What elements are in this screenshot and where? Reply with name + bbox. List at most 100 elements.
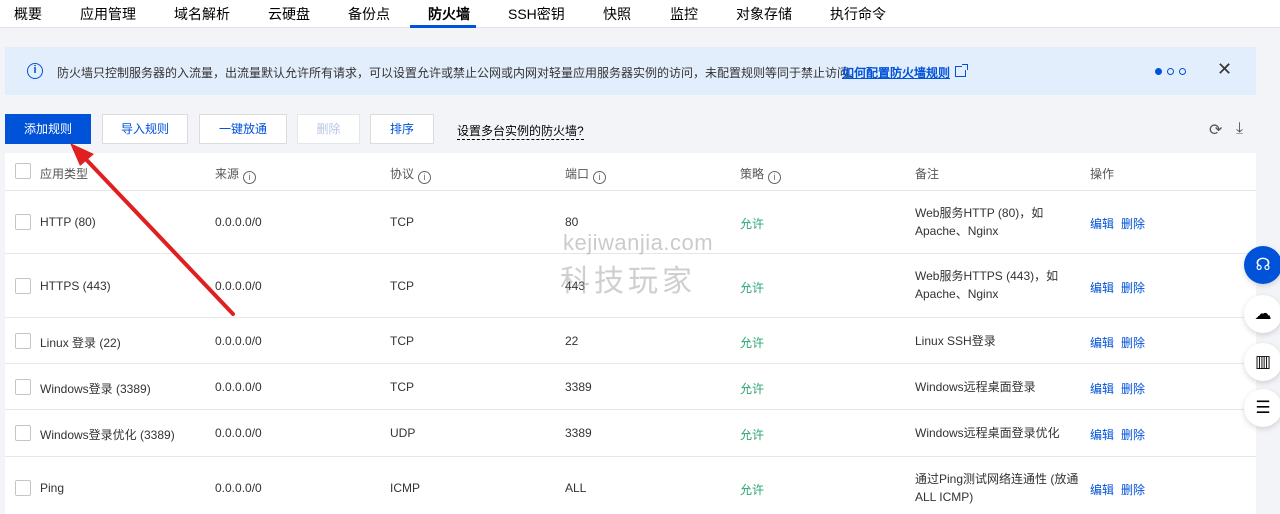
cell-protocol: TCP — [390, 334, 414, 348]
table-header: 应用类型 来源 i 协议 i 端口 i 策略 i 备注 操作 — [5, 153, 1256, 191]
row-checkbox[interactable] — [15, 480, 31, 496]
watermark-url: kejiwanjia.com — [563, 230, 714, 255]
delete-link[interactable]: 删除 — [1121, 481, 1145, 498]
support-icon[interactable]: ☊ — [1244, 246, 1280, 284]
cell-source: 0.0.0.0/0 — [215, 380, 262, 394]
edit-link[interactable]: 编辑 — [1090, 380, 1114, 397]
cell-protocol: TCP — [390, 380, 414, 394]
edit-link[interactable]: 编辑 — [1090, 215, 1114, 232]
delete-link[interactable]: 删除 — [1121, 334, 1145, 351]
banner-text: 防火墙只控制服务器的入流量，出流量默认允许所有请求，可以设置允许或禁止公网或内网… — [57, 66, 862, 80]
refresh-icon[interactable]: ⟳ — [1209, 120, 1222, 140]
cell-protocol: ICMP — [390, 481, 420, 495]
sort-button[interactable]: 排序 — [370, 114, 434, 144]
edit-link[interactable]: 编辑 — [1090, 334, 1114, 351]
firewall-help-link[interactable]: 如何配置防火墙规则 — [842, 64, 950, 81]
cell-source: 0.0.0.0/0 — [215, 481, 262, 495]
info-icon: i — [27, 63, 43, 79]
cell-protocol: TCP — [390, 279, 414, 293]
cell-protocol: TCP — [390, 215, 414, 229]
cell-port: 80 — [565, 215, 579, 229]
info-icon[interactable]: i — [243, 171, 257, 184]
download-icon[interactable]: ⤓ — [1236, 120, 1243, 138]
tab-bar: 概要 应用管理 域名解析 云硬盘 备份点 防火墙 SSH密钥 快照 监控 对象存… — [0, 0, 1280, 28]
cell-port: 3389 — [565, 380, 592, 394]
cell-type: HTTPS (443) — [40, 279, 111, 293]
edit-link[interactable]: 编辑 — [1090, 426, 1114, 443]
cell-policy: 允许 — [740, 382, 765, 396]
cell-port: 3389 — [565, 426, 592, 440]
delete-link[interactable]: 删除 — [1121, 279, 1145, 296]
cell-source: 0.0.0.0/0 — [215, 426, 262, 440]
add-rule-button[interactable]: 添加规则 — [5, 114, 91, 144]
header-policy: 策略 i — [740, 165, 782, 184]
cell-type: Linux 登录 (22) — [40, 336, 121, 350]
table-row: Windows登录优化 (3389) 0.0.0.0/0 UDP 3389 允许… — [5, 410, 1256, 457]
cell-policy: 允许 — [740, 281, 765, 295]
header-note: 备注 — [915, 167, 940, 181]
carousel-dot[interactable] — [1155, 68, 1162, 75]
row-checkbox[interactable] — [15, 214, 31, 230]
cell-note: Web服务HTTP (80)，如Apache、Nginx — [915, 206, 1044, 238]
cell-type: HTTP (80) — [40, 215, 96, 229]
cell-policy: 允许 — [740, 483, 765, 497]
row-checkbox[interactable] — [15, 379, 31, 395]
table-row: Windows登录 (3389) 0.0.0.0/0 TCP 3389 允许 W… — [5, 364, 1256, 410]
cell-note: Windows远程桌面登录优化 — [915, 426, 1060, 440]
multi-instance-firewall-link[interactable]: 设置多台实例的防火墙? — [457, 122, 584, 140]
cell-policy: 允许 — [740, 336, 765, 350]
import-rule-button[interactable]: 导入规则 — [102, 114, 188, 144]
close-icon[interactable]: ✕ — [1217, 59, 1232, 80]
book-icon[interactable]: ▥ — [1244, 343, 1280, 381]
delete-link[interactable]: 删除 — [1121, 426, 1145, 443]
firewall-rules-table: 应用类型 来源 i 协议 i 端口 i 策略 i 备注 操作 HTTP (80) 0.0… — [5, 153, 1256, 514]
tab-app-management[interactable]: 应用管理 — [80, 4, 136, 24]
cell-note: 通过Ping测试网络连通性 (放通ALL ICMP) — [915, 472, 1079, 504]
tab-ssh-key[interactable]: SSH密钥 — [508, 4, 565, 24]
cell-source: 0.0.0.0/0 — [215, 279, 262, 293]
delete-link[interactable]: 删除 — [1121, 380, 1145, 397]
row-checkbox[interactable] — [15, 333, 31, 349]
cell-note: Windows远程桌面登录 — [915, 380, 1036, 394]
tab-snapshot[interactable]: 快照 — [603, 4, 631, 24]
tab-dns[interactable]: 域名解析 — [174, 4, 230, 24]
cell-source: 0.0.0.0/0 — [215, 334, 262, 348]
carousel-dot[interactable] — [1179, 68, 1186, 75]
carousel-dot[interactable] — [1167, 68, 1174, 75]
tab-cloud-disk[interactable]: 云硬盘 — [268, 4, 310, 24]
info-icon[interactable]: i — [593, 171, 607, 184]
cloud-icon[interactable]: ☁ — [1244, 295, 1280, 333]
watermark-text: 科技玩家 — [560, 264, 696, 299]
info-banner: i 防火墙只控制服务器的入流量，出流量默认允许所有请求，可以设置允许或禁止公网或… — [5, 47, 1256, 95]
edit-link[interactable]: 编辑 — [1090, 279, 1114, 296]
tab-run-command[interactable]: 执行命令 — [830, 4, 886, 24]
tab-backup[interactable]: 备份点 — [348, 4, 390, 24]
active-tab-indicator — [410, 25, 476, 28]
delete-link[interactable]: 删除 — [1121, 215, 1145, 232]
info-icon[interactable]: i — [418, 171, 432, 184]
cell-note: Linux SSH登录 — [915, 334, 996, 348]
edit-link[interactable]: 编辑 — [1090, 481, 1114, 498]
allow-all-button[interactable]: 一键放通 — [199, 114, 287, 144]
cell-protocol: UDP — [390, 426, 416, 440]
cell-port: 22 — [565, 334, 579, 348]
info-icon[interactable]: i — [768, 171, 782, 184]
carousel-dots — [1155, 68, 1191, 86]
row-checkbox[interactable] — [15, 425, 31, 441]
cell-type: Windows登录优化 (3389) — [40, 428, 175, 442]
list-icon[interactable]: ☰ — [1244, 389, 1280, 427]
external-link-icon[interactable] — [955, 64, 968, 77]
cell-type: Windows登录 (3389) — [40, 382, 151, 396]
header-protocol: 协议 i — [390, 165, 432, 184]
cell-type: Ping — [40, 481, 65, 495]
delete-button[interactable]: 删除 — [297, 114, 360, 144]
tab-monitor[interactable]: 监控 — [670, 4, 698, 24]
select-all-checkbox[interactable] — [15, 163, 31, 179]
tab-object-storage[interactable]: 对象存储 — [736, 4, 792, 24]
tab-overview[interactable]: 概要 — [14, 4, 42, 24]
header-source: 来源 i — [215, 165, 257, 184]
header-action: 操作 — [1090, 167, 1115, 181]
tab-firewall[interactable]: 防火墙 — [428, 4, 470, 24]
row-checkbox[interactable] — [15, 278, 31, 294]
cell-source: 0.0.0.0/0 — [215, 215, 262, 229]
